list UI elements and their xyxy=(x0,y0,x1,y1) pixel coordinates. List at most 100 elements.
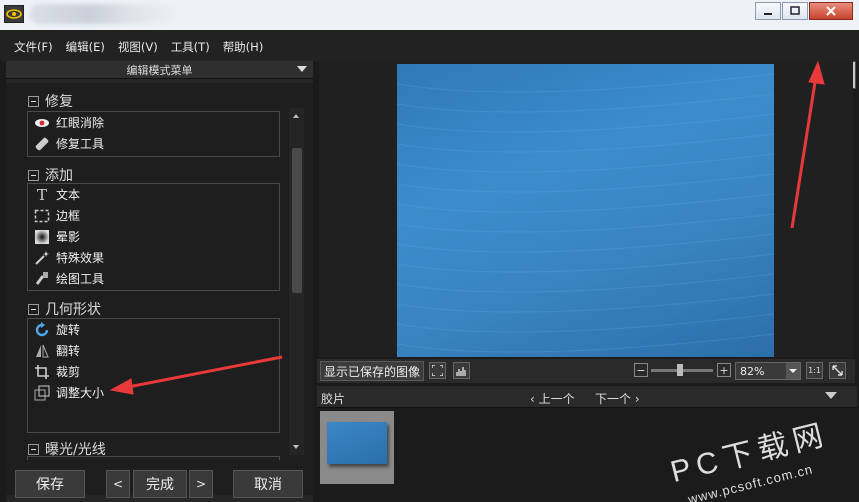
eye-icon xyxy=(34,115,50,131)
actual-size-button[interactable]: 1:1 xyxy=(806,362,823,379)
chevron-right-icon: › xyxy=(631,392,640,406)
collapse-icon[interactable] xyxy=(28,303,39,315)
section-title: 修复 xyxy=(45,94,73,110)
menu-item-label: 调整大小 xyxy=(56,386,105,400)
panel-title: 编辑模式菜单 xyxy=(126,63,193,77)
scroll-down-icon[interactable] xyxy=(293,445,299,449)
chevron-left-icon: ‹ xyxy=(530,392,539,406)
section-geometry[interactable]: 几何形状 xyxy=(28,299,101,319)
group-geometry: 旋转 翻转 裁剪 调整大小 xyxy=(27,318,280,433)
view-toolbar: 显示已保存的图像 − + 82% 1:1 xyxy=(317,359,855,383)
menu-help[interactable]: 帮助(H) xyxy=(223,39,264,55)
zoom-slider-knob[interactable] xyxy=(677,364,683,376)
menu-item-label: 翻转 xyxy=(56,344,81,358)
chevron-down-icon[interactable] xyxy=(786,363,800,379)
crop-icon xyxy=(34,364,50,380)
scrollbar-thumb[interactable] xyxy=(292,148,302,293)
filmstrip-thumbnail[interactable] xyxy=(320,411,394,484)
watermark-logo: PC下载网 www.pcsoft.com.cn xyxy=(640,408,859,502)
menu-item-resize[interactable]: 调整大小 xyxy=(28,382,279,403)
menu-item-label: 文本 xyxy=(56,188,81,202)
menu-item-border[interactable]: 边框 xyxy=(28,205,279,226)
histogram-icon[interactable] xyxy=(453,362,470,379)
menu-tools[interactable]: 工具(T) xyxy=(171,39,210,55)
menu-item-label: 修复工具 xyxy=(56,137,105,151)
menu-item-vignette[interactable]: 晕影 xyxy=(28,226,279,247)
menu-item-label: 裁剪 xyxy=(56,365,81,379)
rotate-icon xyxy=(34,321,50,338)
image-preview-area xyxy=(319,61,853,357)
filmstrip-next-button[interactable]: 下一个 › xyxy=(595,390,640,407)
menu-file[interactable]: 文件(F) xyxy=(14,39,53,55)
chevron-down-icon[interactable] xyxy=(297,66,307,72)
resize-icon xyxy=(34,385,50,401)
menu-item-rotate[interactable]: 旋转 xyxy=(28,319,279,340)
collapse-icon[interactable] xyxy=(28,169,39,181)
scroll-up-icon[interactable] xyxy=(293,114,299,118)
menu-edit[interactable]: 编辑(E) xyxy=(66,39,105,55)
save-button[interactable]: 保存 xyxy=(15,470,85,498)
collapse-icon[interactable] xyxy=(28,443,39,455)
edit-menu-list: 修复 红眼消除 修复工具 添加 T 文本 边框 晕影 特殊效果 绘图工具 几何形… xyxy=(6,83,313,495)
panel-scrollbar[interactable] xyxy=(289,108,304,455)
filmstrip-prev-button[interactable]: ‹ 上一个 xyxy=(530,390,575,407)
menu-item-label: 旋转 xyxy=(56,323,81,337)
zoom-in-button[interactable]: + xyxy=(717,363,731,377)
menu-view[interactable]: 视图(V) xyxy=(118,39,158,55)
prev-button[interactable]: < xyxy=(106,470,130,498)
section-repair[interactable]: 修复 xyxy=(28,91,73,111)
magic-wand-icon xyxy=(34,250,50,266)
section-title: 几何形状 xyxy=(45,302,101,318)
group-add: T 文本 边框 晕影 特殊效果 绘图工具 xyxy=(27,183,280,291)
maximize-icon[interactable] xyxy=(782,2,808,20)
menu-item-crop[interactable]: 裁剪 xyxy=(28,361,279,382)
section-add[interactable]: 添加 xyxy=(28,165,73,185)
flip-icon xyxy=(34,343,50,359)
show-saved-image-button[interactable]: 显示已保存的图像 xyxy=(320,361,424,381)
fit-window-icon[interactable] xyxy=(829,362,846,379)
preview-image[interactable] xyxy=(397,64,774,357)
done-button[interactable]: 完成 xyxy=(133,470,187,498)
cancel-button[interactable]: 取消 xyxy=(233,470,303,498)
thumbnail-image xyxy=(327,422,387,464)
menu-item-repair-tool[interactable]: 修复工具 xyxy=(28,133,279,154)
filmstrip-prev-label: 上一个 xyxy=(538,392,575,406)
menu-bar: 文件(F) 编辑(E) 视图(V) 工具(T) 帮助(H) 管理 查看 编辑 xyxy=(0,30,859,89)
edit-mode-panel: 编辑模式菜单 修复 红眼消除 修复工具 添加 T 文本 边框 晕影 特殊效果 绘… xyxy=(6,61,313,502)
next-button[interactable]: > xyxy=(189,470,213,498)
zoom-value: 82% xyxy=(740,365,765,378)
menu-item-label: 特殊效果 xyxy=(56,251,105,265)
zoom-select[interactable]: 82% xyxy=(735,362,801,380)
group-repair: 红眼消除 修复工具 xyxy=(27,111,280,157)
vignette-icon xyxy=(34,229,50,245)
menu-item-label: 晕影 xyxy=(56,230,81,244)
section-title: 添加 xyxy=(45,168,73,184)
panel-header[interactable]: 编辑模式菜单 xyxy=(6,61,313,79)
chevron-down-icon[interactable] xyxy=(825,392,837,399)
app-logo-icon xyxy=(4,5,24,23)
collapse-icon[interactable] xyxy=(28,95,39,107)
menu-item-text[interactable]: T 文本 xyxy=(28,184,279,205)
menu-item-label: 红眼消除 xyxy=(56,116,105,130)
border-icon xyxy=(34,208,50,224)
text-icon: T xyxy=(36,185,47,204)
menu-item-special-effects[interactable]: 特殊效果 xyxy=(28,247,279,268)
menu-item-label: 绘图工具 xyxy=(56,272,105,286)
filmstrip-next-label: 下一个 xyxy=(595,392,632,406)
panel-actions: 保存 < 完成 > 取消 xyxy=(6,470,313,498)
filmstrip-header: 胶片 ‹ 上一个 下一个 › xyxy=(317,386,857,408)
minimize-icon[interactable] xyxy=(755,2,781,20)
zoom-slider[interactable] xyxy=(651,364,713,376)
title-bar xyxy=(0,0,859,30)
window-title-blurred xyxy=(30,4,180,24)
menu-item-red-eye[interactable]: 红眼消除 xyxy=(28,112,279,133)
menu-item-label: 边框 xyxy=(56,209,81,223)
filmstrip-label: 胶片 xyxy=(321,392,346,406)
menu-item-flip[interactable]: 翻转 xyxy=(28,340,279,361)
menu-item-drawing-tools[interactable]: 绘图工具 xyxy=(28,268,279,289)
zoom-out-button[interactable]: − xyxy=(634,363,648,377)
bandage-icon xyxy=(34,136,50,152)
group-exposure xyxy=(27,456,280,460)
fullscreen-icon[interactable] xyxy=(429,362,446,379)
close-icon[interactable] xyxy=(809,2,853,20)
